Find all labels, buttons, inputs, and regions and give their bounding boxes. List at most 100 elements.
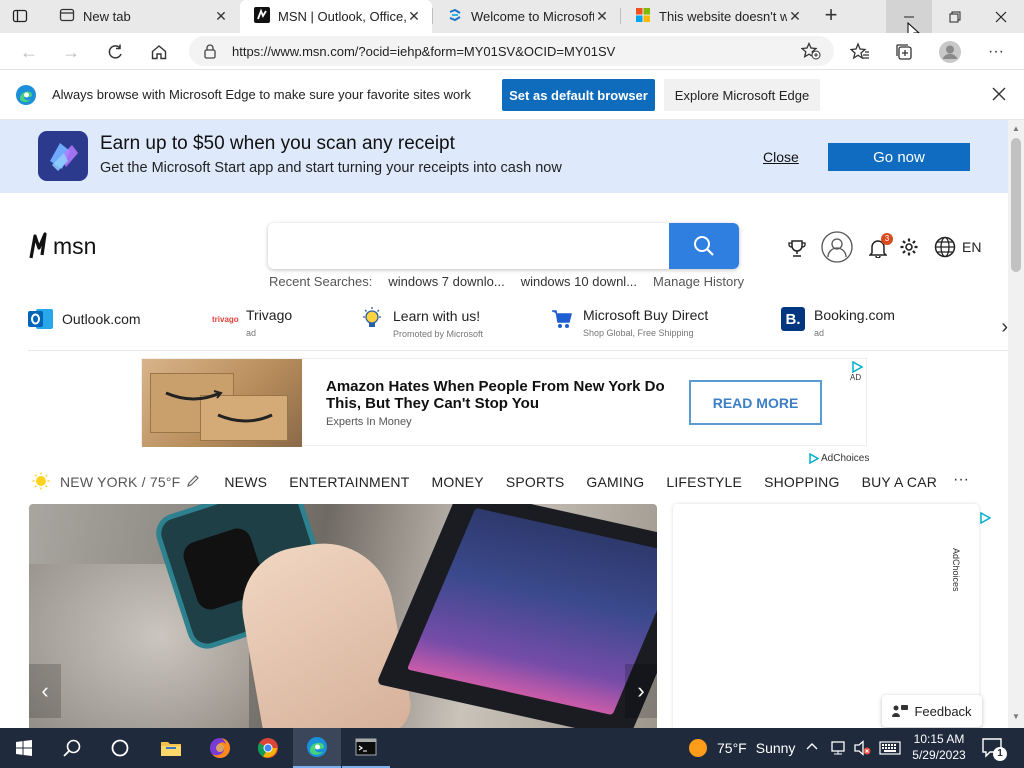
tab-new-tab[interactable]: New tab ✕ xyxy=(45,0,239,33)
scroll-up-arrow-icon[interactable]: ▲ xyxy=(1012,124,1020,133)
taskbar-firefox[interactable] xyxy=(196,728,244,768)
close-tab-icon[interactable]: ✕ xyxy=(406,8,422,25)
tab-website-doesnt-work[interactable]: This website doesn't wo ✕ xyxy=(621,0,813,33)
tab-actions-icon[interactable] xyxy=(12,8,28,24)
new-tab-icon xyxy=(59,7,75,26)
microsoft-start-app-icon xyxy=(38,131,88,184)
set-default-browser-button[interactable]: Set as default browser xyxy=(502,79,655,111)
edge-welcome-icon xyxy=(447,7,463,26)
taskbar-chrome[interactable] xyxy=(244,728,292,768)
start-button[interactable] xyxy=(0,728,48,768)
refresh-button[interactable] xyxy=(102,39,128,65)
quick-link-buy-direct[interactable]: Microsoft Buy Direct Shop Global, Free S… xyxy=(551,307,708,338)
show-hidden-icons[interactable] xyxy=(806,741,818,756)
restore-button[interactable] xyxy=(932,0,978,33)
search-button[interactable] xyxy=(669,223,739,269)
quick-link-trivago[interactable]: trivago Trivago ad xyxy=(212,307,293,338)
volume-muted-icon[interactable] xyxy=(853,740,871,759)
taskbar-terminal[interactable] xyxy=(342,728,390,768)
close-infobar-icon[interactable] xyxy=(991,86,1007,105)
quick-link-name: Trivago xyxy=(246,307,293,323)
language-label[interactable]: EN xyxy=(962,239,981,255)
taskbar-weather[interactable]: 75°F Sunny xyxy=(688,728,795,768)
nav-item-sports[interactable]: SPORTS xyxy=(506,474,565,490)
new-tab-plus-icon[interactable]: + xyxy=(818,4,844,28)
default-browser-infobar: Always browse with Microsoft Edge to mak… xyxy=(0,70,1024,120)
scroll-down-arrow-icon[interactable]: ▼ xyxy=(1012,712,1020,721)
feedback-icon xyxy=(892,705,909,717)
promo-close-link[interactable]: Close xyxy=(763,149,799,165)
promo-title: Earn up to $50 when you scan any receipt xyxy=(100,133,455,154)
quick-links-next-icon[interactable]: › xyxy=(960,307,1008,347)
edit-pencil-icon[interactable] xyxy=(186,474,200,491)
tab-msn[interactable]: MSN | Outlook, Office, Sk ✕ xyxy=(240,0,432,33)
taskbar-edge[interactable] xyxy=(293,728,341,768)
banner-ad[interactable]: Amazon Hates When People From New York D… xyxy=(141,358,867,447)
settings-gear-icon[interactable] xyxy=(899,237,919,260)
task-view-button[interactable] xyxy=(96,728,144,768)
adchoices-icon[interactable]: AD xyxy=(850,360,864,384)
settings-more-icon[interactable]: ··· xyxy=(983,39,1009,65)
language-globe-icon[interactable] xyxy=(934,236,956,261)
tab-title: MSN | Outlook, Office, Sk xyxy=(278,9,406,24)
nav-item-news[interactable]: NEWS xyxy=(224,474,267,490)
nav-item-entertainment[interactable]: ENTERTAINMENT xyxy=(289,474,409,490)
windows-logo-icon xyxy=(16,740,32,756)
nav-item-buy-a-car[interactable]: BUY A CAR xyxy=(862,474,937,490)
url-text[interactable]: https://www.msn.com/?ocid=iehp&form=MY01… xyxy=(232,44,615,59)
quick-link-outlook[interactable]: Outlook.com xyxy=(28,307,141,331)
quick-link-sub: Promoted by Microsoft xyxy=(393,329,484,339)
location-weather[interactable]: NEW YORK / 75°F xyxy=(60,474,180,490)
hero-prev-icon[interactable]: ‹ xyxy=(29,664,61,718)
sign-in-avatar-icon[interactable] xyxy=(821,231,853,266)
page-scrollbar[interactable]: ▲ ▼ xyxy=(1008,120,1024,728)
nav-item-shopping[interactable]: SHOPPING xyxy=(764,474,840,490)
nav-more-icon[interactable]: ··· xyxy=(953,471,969,489)
close-window-button[interactable] xyxy=(978,0,1024,33)
close-tab-icon[interactable]: ✕ xyxy=(594,8,610,25)
search-taskbar-button[interactable] xyxy=(48,728,96,768)
close-tab-icon[interactable]: ✕ xyxy=(787,8,803,25)
scrollbar-thumb[interactable] xyxy=(1011,138,1021,272)
msn-logo-text: msn xyxy=(53,232,97,259)
nav-item-gaming[interactable]: GAMING xyxy=(586,474,644,490)
msn-logo[interactable]: msn xyxy=(28,231,96,261)
profile-avatar[interactable] xyxy=(937,39,963,65)
search-input[interactable] xyxy=(282,233,652,259)
forward-button[interactable]: → xyxy=(58,39,84,65)
ad-headline[interactable]: Amazon Hates When People From New York D… xyxy=(326,378,696,412)
add-favorite-icon[interactable] xyxy=(800,41,821,63)
quick-link-learn[interactable]: Learn with us! Promoted by Microsoft xyxy=(361,307,483,339)
collections-button[interactable] xyxy=(891,39,917,65)
adchoices-icon[interactable] xyxy=(979,511,992,527)
tab-welcome-edge[interactable]: Welcome to Microsoft E ✕ xyxy=(433,0,620,33)
go-now-button[interactable]: Go now xyxy=(828,143,970,171)
weather-condition: Sunny xyxy=(755,740,796,756)
side-adchoices-label[interactable]: AdChoices xyxy=(951,548,961,592)
ad-read-more-button[interactable]: READ MORE xyxy=(689,380,822,425)
recent-search-item[interactable]: windows 7 downlo... xyxy=(388,274,504,289)
recent-searches-label: Recent Searches: xyxy=(269,274,373,289)
taskbar-file-explorer[interactable] xyxy=(147,728,195,768)
rewards-trophy-icon[interactable] xyxy=(787,238,807,261)
back-button[interactable]: ← xyxy=(16,39,42,65)
recent-search-item[interactable]: windows 10 downl... xyxy=(521,274,637,289)
address-bar[interactable]: https://www.msn.com/?ocid=iehp&form=MY01… xyxy=(189,36,834,66)
network-icon[interactable] xyxy=(830,740,848,759)
adchoices-link[interactable]: AdChoices xyxy=(808,453,869,464)
nav-item-lifestyle[interactable]: LIFESTYLE xyxy=(666,474,742,490)
explore-edge-button[interactable]: Explore Microsoft Edge xyxy=(664,79,820,111)
favorites-button[interactable] xyxy=(847,39,873,65)
close-tab-icon[interactable]: ✕ xyxy=(213,8,229,25)
feedback-button[interactable]: Feedback xyxy=(882,695,982,727)
lock-icon[interactable] xyxy=(203,43,217,62)
manage-history-link[interactable]: Manage History xyxy=(653,274,744,289)
nav-item-money[interactable]: MONEY xyxy=(432,474,484,490)
home-button[interactable] xyxy=(146,39,172,65)
keyboard-icon[interactable] xyxy=(879,741,901,758)
hero-next-icon[interactable]: › xyxy=(625,664,657,718)
taskbar-clock[interactable]: 10:15 AM 5/29/2023 xyxy=(904,731,974,763)
hero-news-image[interactable]: ‹ › xyxy=(29,504,657,728)
search-box[interactable] xyxy=(268,223,739,269)
quick-link-booking[interactable]: B. Booking.com ad xyxy=(781,307,895,338)
